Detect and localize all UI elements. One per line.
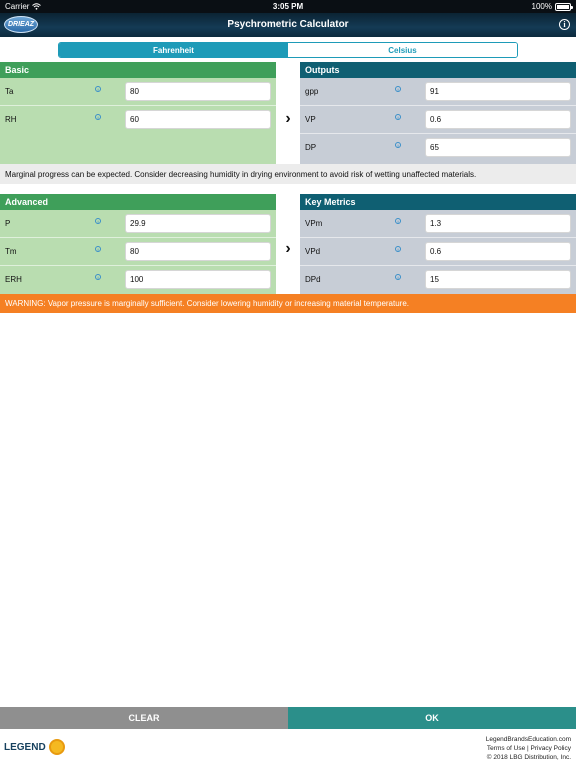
- chevron-right-icon: ›: [285, 240, 291, 257]
- ta-input[interactable]: [125, 82, 271, 101]
- info-icon[interactable]: i: [395, 142, 401, 148]
- battery-percent: 100%: [531, 2, 552, 11]
- field-label: DP: [305, 143, 317, 152]
- units-segmented-control: Fahrenheit Celsius: [58, 42, 518, 58]
- field-label: Ta: [5, 87, 14, 96]
- segment-celsius[interactable]: Celsius: [288, 43, 517, 57]
- advanced-panel: Advanced P i Tm i ERH i: [0, 194, 276, 294]
- advanced-panel-body: P i Tm i ERH i: [0, 210, 276, 294]
- metric-row-dpd: DPd i: [300, 266, 576, 294]
- field-label: RH: [5, 115, 17, 124]
- advanced-panel-title: Advanced: [0, 194, 276, 210]
- field-label: ERH: [5, 275, 22, 284]
- field-label: Tm: [5, 247, 17, 256]
- terms-of-use-link[interactable]: Terms of Use: [487, 745, 525, 752]
- page-title: Psychrometric Calculator: [227, 19, 349, 30]
- battery-icon: [555, 2, 573, 11]
- gpp-output[interactable]: [425, 82, 571, 101]
- rh-input[interactable]: [125, 110, 271, 129]
- basic-panel-body: Ta i RH i: [0, 78, 276, 164]
- privacy-policy-link[interactable]: Privacy Policy: [531, 745, 571, 752]
- field-label: DPd: [305, 275, 321, 284]
- tm-input[interactable]: [125, 242, 271, 261]
- info-icon[interactable]: i: [559, 19, 570, 30]
- status-bar: Carrier 3:05 PM 100%: [0, 0, 576, 13]
- website-link[interactable]: LegendBrandsEducation.com: [486, 735, 571, 744]
- outputs-panel-body: gpp i VP i DP i: [300, 78, 576, 164]
- legend-logo-word: LEGEND: [4, 741, 46, 753]
- outputs-panel: Outputs gpp i VP i DP i: [300, 62, 576, 164]
- field-label: gpp: [305, 87, 319, 96]
- info-icon[interactable]: i: [395, 86, 401, 92]
- basic-panel-title: Basic: [0, 62, 276, 78]
- psychrometric-calculator-screen: Carrier 3:05 PM 100% DRIEAZ Psychrometri…: [0, 0, 576, 768]
- info-icon[interactable]: i: [395, 218, 401, 224]
- erh-input[interactable]: [125, 270, 271, 289]
- footer-links: LegendBrandsEducation.com Terms of Use |…: [486, 735, 571, 762]
- info-icon[interactable]: i: [95, 114, 101, 120]
- info-icon[interactable]: i: [395, 274, 401, 280]
- footer: LEGEND LegendBrandsEducation.com Terms o…: [0, 729, 576, 768]
- input-row-tm: Tm i: [0, 238, 276, 266]
- copyright: © 2018 LBG Distribution, Inc.: [486, 754, 571, 761]
- ok-button[interactable]: OK: [288, 707, 576, 729]
- legend-brands-logo: LEGEND: [4, 739, 65, 755]
- navigation-bar: DRIEAZ Psychrometric Calculator i: [0, 13, 576, 37]
- basic-panel: Basic Ta i RH i: [0, 62, 276, 164]
- dp-output[interactable]: [425, 138, 571, 157]
- output-row-gpp: gpp i: [300, 78, 576, 106]
- metric-row-vpm: VPm i: [300, 210, 576, 238]
- input-row-ta: Ta i: [0, 78, 276, 106]
- vp-output[interactable]: [425, 110, 571, 129]
- info-icon[interactable]: i: [95, 246, 101, 252]
- p-input[interactable]: [125, 214, 271, 233]
- vpd-output[interactable]: [425, 242, 571, 261]
- info-icon[interactable]: i: [395, 114, 401, 120]
- vpm-output[interactable]: [425, 214, 571, 233]
- field-label: VP: [305, 115, 316, 124]
- field-label: VPm: [305, 219, 323, 228]
- info-icon[interactable]: i: [395, 246, 401, 252]
- warning-banner: WARNING: Vapor pressure is marginally su…: [0, 294, 576, 313]
- field-label: P: [5, 219, 11, 228]
- info-icon[interactable]: i: [95, 274, 101, 280]
- dpd-output[interactable]: [425, 270, 571, 289]
- key-metrics-panel-title: Key Metrics: [300, 194, 576, 210]
- key-metrics-panel: Key Metrics VPm i VPd i DPd i: [300, 194, 576, 294]
- info-icon[interactable]: i: [95, 86, 101, 92]
- field-label: VPd: [305, 247, 321, 256]
- segment-fahrenheit[interactable]: Fahrenheit: [59, 43, 288, 57]
- output-row-vp: VP i: [300, 106, 576, 134]
- input-row-erh: ERH i: [0, 266, 276, 294]
- status-note: Marginal progress can be expected. Consi…: [0, 164, 576, 184]
- metric-row-vpd: VPd i: [300, 238, 576, 266]
- battery-indicator: 100%: [531, 2, 573, 11]
- input-row-rh: RH i: [0, 106, 276, 134]
- info-icon[interactable]: i: [95, 218, 101, 224]
- output-row-dp: DP i: [300, 134, 576, 162]
- key-metrics-panel-body: VPm i VPd i DPd i: [300, 210, 576, 294]
- outputs-panel-title: Outputs: [300, 62, 576, 78]
- input-row-p: P i: [0, 210, 276, 238]
- clock: 3:05 PM: [272, 2, 304, 11]
- clear-button[interactable]: CLEAR: [0, 707, 288, 729]
- chevron-right-icon: ›: [285, 110, 291, 127]
- legend-logo-mark-icon: [48, 739, 65, 755]
